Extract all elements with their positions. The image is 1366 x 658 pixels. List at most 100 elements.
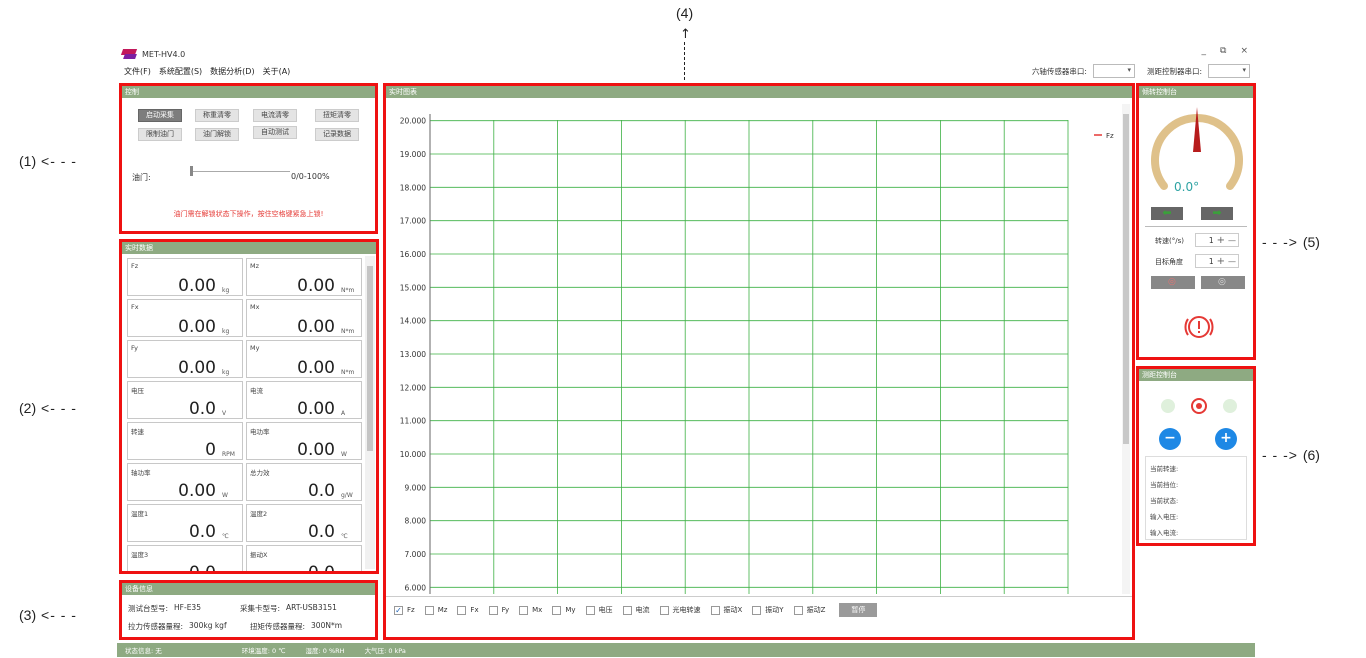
data-cell-value: 0.00: [178, 317, 216, 337]
data-cell-unit: kg: [222, 287, 230, 294]
data-cell-label: 温度2: [250, 510, 268, 518]
emergency-stop-icon[interactable]: [1184, 312, 1214, 342]
weight-zero-button[interactable]: 称重清零: [195, 109, 239, 122]
menu-system-config[interactable]: 系统配置(S): [159, 66, 202, 77]
checkbox-box[interactable]: [488, 605, 498, 615]
start-tilt-button[interactable]: ◎: [1151, 276, 1195, 289]
checkbox-box[interactable]: [457, 605, 467, 615]
torque-zero-button[interactable]: 扭矩清零: [315, 109, 359, 122]
pressure: 大气压: 0 kPa: [364, 647, 406, 655]
data-cell: 总力效 0.0 g/W: [246, 463, 362, 501]
speed-value[interactable]: 1: [1209, 236, 1214, 245]
record-data-button[interactable]: 记录数据: [315, 128, 359, 141]
start-acquisition-button[interactable]: 启动采集: [138, 109, 182, 122]
target-angle-value[interactable]: 1: [1209, 257, 1214, 266]
stop-icon: ◎: [1218, 277, 1226, 287]
checkbox-box[interactable]: [622, 605, 632, 615]
series-checkbox[interactable]: Mx: [519, 605, 542, 615]
checkbox-box[interactable]: ✓: [394, 605, 403, 615]
chart-scrollbar[interactable]: [1122, 104, 1130, 594]
callout-4-line: [684, 42, 685, 80]
checkbox-label: 电流: [635, 606, 650, 614]
pause-button[interactable]: 暂停: [839, 603, 878, 617]
realtime-scrollbar[interactable]: [365, 256, 375, 569]
throttle-unlock-button[interactable]: 油门解锁: [195, 128, 239, 141]
target-angle-stepper[interactable]: 1 + —: [1195, 254, 1239, 268]
chart-scrollbar-thumb[interactable]: [1123, 114, 1129, 444]
plus-icon[interactable]: +: [1217, 256, 1225, 267]
series-checkbox[interactable]: My: [552, 605, 576, 615]
range-info-box: 当前转速: 当前挡位: 当前状态: 输入电压: 输入电流:: [1145, 456, 1247, 540]
control-panel: 控制 启动采集 称重清零 电流清零 扭矩清零 限制油门 油门解锁 自动测试 记录…: [119, 83, 378, 234]
checkbox-box[interactable]: [710, 605, 720, 615]
card-model-value: ART-USB3151: [286, 603, 337, 612]
restore-icon[interactable]: ⧉: [1220, 46, 1226, 56]
close-icon[interactable]: ×: [1240, 46, 1248, 56]
data-cell-unit: g/W: [341, 492, 353, 499]
data-cell-label: 轴功率: [131, 469, 151, 477]
rangefinder-port-label: 测距控制器串口:: [1146, 66, 1202, 76]
series-checkbox[interactable]: 振动Z: [793, 605, 825, 615]
speed-stepper[interactable]: 1 + —: [1195, 233, 1239, 247]
checkbox-box[interactable]: [793, 605, 803, 615]
six-axis-port-select[interactable]: [1092, 64, 1135, 78]
minus-icon[interactable]: —: [1228, 257, 1236, 266]
data-cell-value: 0.00: [297, 276, 335, 296]
tilt-divider: [1145, 226, 1247, 227]
checkbox-box[interactable]: [752, 605, 762, 615]
plus-icon[interactable]: +: [1217, 235, 1225, 246]
record-button[interactable]: [1190, 397, 1208, 415]
series-checkbox[interactable]: 振动Y: [752, 605, 784, 615]
series-checkbox[interactable]: 电压: [585, 605, 613, 615]
data-cell-value: 0.00: [178, 358, 216, 378]
plus-circle-button[interactable]: +: [1215, 428, 1237, 450]
checkbox-box[interactable]: [585, 605, 595, 615]
series-checkbox[interactable]: 电流: [622, 605, 650, 615]
series-checkbox[interactable]: Fx: [457, 605, 479, 615]
rotate-right-button[interactable]: ➡: [1201, 207, 1233, 220]
data-cell-label: Fz: [131, 262, 139, 270]
checkbox-box[interactable]: [659, 605, 669, 615]
tilt-control-panel: 倾转控制台 0.0° ⬅ ➡ 转速(°/s) 1 + — 目标角度 1 + — …: [1136, 83, 1256, 360]
limit-throttle-button[interactable]: 限制油门: [138, 128, 182, 141]
current-zero-button[interactable]: 电流清零: [253, 109, 297, 122]
checkbox-label: Fx: [470, 606, 479, 614]
minus-icon[interactable]: —: [1228, 236, 1236, 245]
throttle-slider-handle[interactable]: [190, 166, 193, 176]
series-checkbox[interactable]: Fy: [488, 605, 509, 615]
series-checkbox[interactable]: 光电转速: [659, 605, 701, 615]
rotate-left-button[interactable]: ⬅: [1151, 207, 1183, 220]
menu-about[interactable]: 关于(A): [263, 66, 291, 77]
six-axis-port-label: 六轴传感器串口:: [1031, 66, 1087, 76]
data-cell-unit: ℃: [222, 533, 229, 540]
status-light-right: [1223, 399, 1237, 413]
y-tick-label: 17.000: [400, 217, 426, 226]
checkbox-box[interactable]: [519, 605, 529, 615]
y-tick-label: 10.000: [400, 450, 426, 459]
legend-label: Fz: [1106, 132, 1114, 140]
data-cell-value: 0.0: [307, 563, 335, 574]
data-cell-label: 温度3: [131, 551, 149, 559]
checkbox-box[interactable]: [552, 605, 562, 615]
callout-2: (2) <- - -: [19, 400, 77, 416]
tilt-button-row: ◎ ◎: [1151, 276, 1247, 290]
menu-file[interactable]: 文件(F): [124, 66, 151, 77]
data-cell: 温度3 0.0: [127, 545, 243, 571]
throttle-slider-track[interactable]: [190, 171, 290, 172]
series-checkbox[interactable]: ✓ Fz: [394, 605, 415, 615]
stop-tilt-button[interactable]: ◎: [1201, 276, 1245, 289]
current-gear-label: 当前挡位:: [1150, 481, 1179, 489]
bench-model-label: 测试台型号:: [128, 604, 169, 613]
minimize-icon[interactable]: _: [1202, 46, 1207, 56]
checkbox-box[interactable]: [424, 605, 434, 615]
force-range-value: 300kg kgf: [189, 621, 227, 630]
series-checkbox[interactable]: 振动X: [710, 605, 742, 615]
series-checkbox[interactable]: Mz: [424, 605, 447, 615]
auto-test-button[interactable]: 自动测试: [253, 126, 297, 139]
menu-data-analysis[interactable]: 数据分析(D): [210, 66, 254, 77]
range-control-panel: 测距控制台 − + 当前转速: 当前挡位: 当前状态: 输入电压: 输入电流:: [1136, 366, 1256, 546]
chart-svg: 20.000 19.000 18.000 17.000 16.000 15.000 14.0…: [400, 114, 1114, 594]
minus-circle-button[interactable]: −: [1159, 428, 1181, 450]
rangefinder-port-select[interactable]: [1208, 64, 1250, 78]
realtime-scrollbar-thumb[interactable]: [367, 266, 373, 451]
